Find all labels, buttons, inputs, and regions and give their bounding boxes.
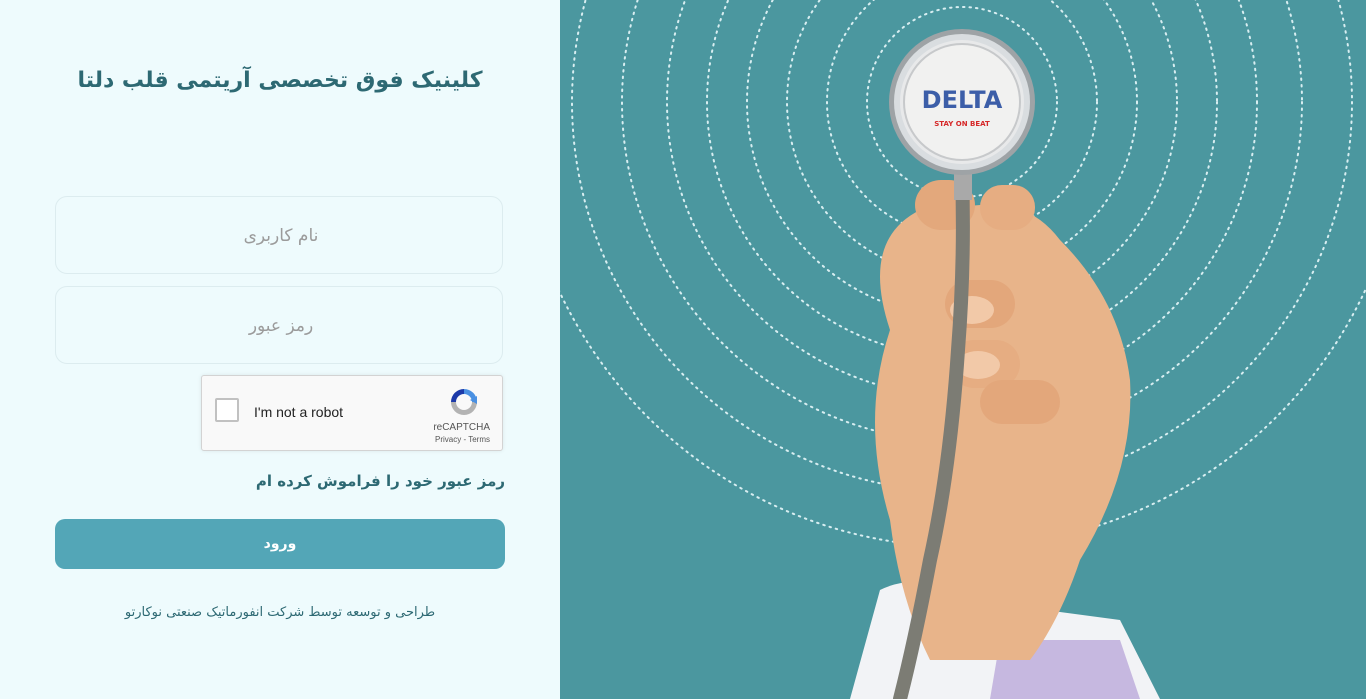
hand-illustration (875, 180, 1131, 660)
delta-logo: DELTA (922, 86, 1003, 114)
recaptcha-brand: reCAPTCHA (433, 422, 490, 433)
username-input[interactable] (56, 197, 506, 275)
page-title: کلینیک فوق تخصصی آریتمی قلب دلتا (77, 68, 483, 93)
login-page: کلینیک فوق تخصصی آریتمی قلب دلتا I'm not… (0, 0, 1366, 699)
password-input[interactable] (56, 287, 506, 365)
recaptcha-label: I'm not a robot (254, 404, 344, 420)
recaptcha-icon (451, 389, 477, 415)
recaptcha-checkbox[interactable] (215, 398, 239, 422)
footer-credit: طراحی و توسعه توسط شرکت انفورماتیک صنعتی… (124, 605, 436, 620)
login-panel: کلینیک فوق تخصصی آریتمی قلب دلتا I'm not… (0, 0, 560, 699)
password-field[interactable] (55, 286, 506, 365)
hero-panel: DELTA STAY ON BEAT (560, 0, 1366, 699)
username-field[interactable] (55, 196, 506, 275)
recaptcha-privacy-terms-link[interactable]: Privacy - Terms (435, 435, 490, 444)
delta-tagline: STAY ON BEAT (934, 120, 990, 128)
hero-illustration: DELTA STAY ON BEAT (560, 0, 1366, 699)
stethoscope-stem (954, 172, 972, 200)
recaptcha-widget: I'm not a robot reCAPTCHA Privacy - Term… (201, 375, 503, 451)
login-button[interactable]: ورود (55, 519, 505, 569)
forgot-password-link[interactable]: رمز عبور خود را فراموش کرده ام (256, 472, 505, 490)
